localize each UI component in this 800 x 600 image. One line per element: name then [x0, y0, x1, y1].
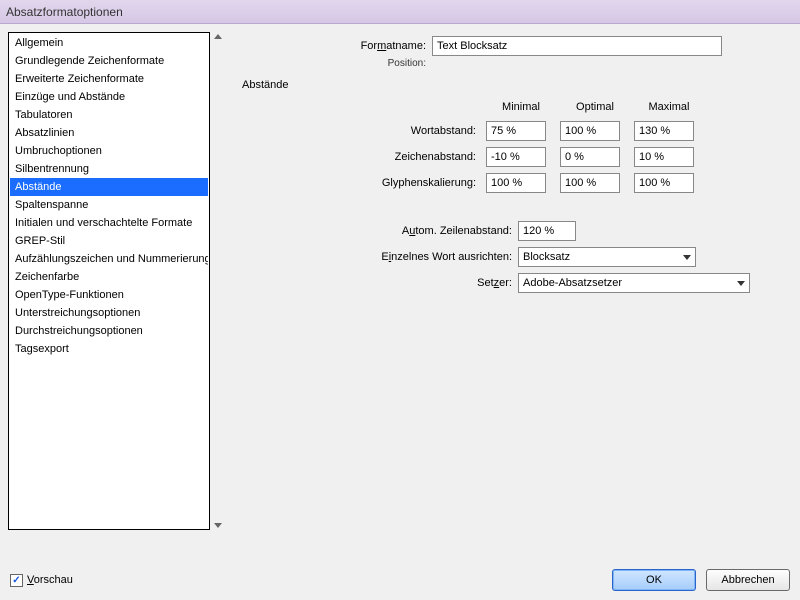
auto-zeilenabstand-input[interactable]: [518, 221, 576, 241]
wortabstand-max[interactable]: [634, 121, 694, 141]
sidebar-item[interactable]: Zeichenfarbe: [10, 268, 208, 286]
sidebar-item[interactable]: Unterstreichungsoptionen: [10, 304, 208, 322]
category-list[interactable]: AllgemeinGrundlegende ZeichenformateErwe…: [8, 32, 210, 530]
glyphenskalierung-min[interactable]: [486, 173, 546, 193]
chevron-down-icon: [737, 281, 745, 286]
sidebar-wrap: AllgemeinGrundlegende ZeichenformateErwe…: [8, 32, 226, 564]
col-minimal: Minimal: [486, 101, 556, 115]
below-block: Autom. Zeilenabstand: Einzelnes Wort aus…: [300, 221, 788, 293]
check-icon: ✓: [12, 576, 21, 585]
scroll-down-icon[interactable]: [214, 523, 222, 528]
sidebar-item[interactable]: Absatzlinien: [10, 124, 208, 142]
sidebar-item[interactable]: Tagsexport: [10, 340, 208, 358]
main-panel: Formatname: Position: Abstände Minimal O…: [238, 32, 792, 564]
sidebar-item[interactable]: Einzüge und Abstände: [10, 88, 208, 106]
zeichenabstand-min[interactable]: [486, 147, 546, 167]
sidebar-item[interactable]: Abstände: [10, 178, 208, 196]
auto-zeilenabstand-label: Autom. Zeilenabstand:: [300, 225, 518, 237]
formatname-row: Formatname:: [242, 36, 788, 56]
glyphenskalierung-max[interactable]: [634, 173, 694, 193]
dialog-window: Absatzformatoptionen AllgemeinGrundlegen…: [0, 0, 800, 600]
setzer-row: Setzer: Adobe-Absatzsetzer: [300, 273, 788, 293]
zeichenabstand-opt[interactable]: [560, 147, 620, 167]
glyphenskalierung-label: Glyphenskalierung:: [302, 177, 482, 189]
sidebar-item[interactable]: OpenType-Funktionen: [10, 286, 208, 304]
setzer-value: Adobe-Absatzsetzer: [523, 277, 622, 289]
zeichenabstand-max[interactable]: [634, 147, 694, 167]
sidebar-item[interactable]: Durchstreichungsoptionen: [10, 322, 208, 340]
setzer-label: Setzer:: [300, 277, 518, 289]
wortabstand-min[interactable]: [486, 121, 546, 141]
preview-label: Vorschau: [27, 574, 73, 586]
sidebar-item[interactable]: GREP-Stil: [10, 232, 208, 250]
glyphenskalierung-opt[interactable]: [560, 173, 620, 193]
sidebar-scroll-indicator: [210, 32, 226, 530]
zeichenabstand-label: Zeichenabstand:: [302, 151, 482, 163]
sidebar-item[interactable]: Allgemein: [10, 34, 208, 52]
einzelnes-wort-row: Einzelnes Wort ausrichten: Blocksatz: [300, 247, 788, 267]
auto-zeilenabstand-row: Autom. Zeilenabstand:: [300, 221, 788, 241]
dialog-title: Absatzformatoptionen: [6, 5, 123, 19]
dialog-titlebar: Absatzformatoptionen: [0, 0, 800, 24]
sidebar-item[interactable]: Aufzählungszeichen und Nummerierung: [10, 250, 208, 268]
wortabstand-opt[interactable]: [560, 121, 620, 141]
checkbox-box: ✓: [10, 574, 23, 587]
sidebar-item[interactable]: Initialen und verschachtelte Formate: [10, 214, 208, 232]
einzelnes-wort-value: Blocksatz: [523, 251, 570, 263]
sidebar-item[interactable]: Tabulatoren: [10, 106, 208, 124]
cancel-button[interactable]: Abbrechen: [706, 569, 790, 591]
position-label: Position:: [242, 58, 432, 69]
dialog-footer: ✓ Vorschau OK Abbrechen: [0, 564, 800, 600]
col-optimal: Optimal: [560, 101, 630, 115]
sidebar-item[interactable]: Spaltenspanne: [10, 196, 208, 214]
einzelnes-wort-label: Einzelnes Wort ausrichten:: [300, 251, 518, 263]
chevron-down-icon: [683, 255, 691, 260]
sidebar-item[interactable]: Silbentrennung: [10, 160, 208, 178]
spacing-grid: Minimal Optimal Maximal Wortabstand: Zei…: [302, 101, 788, 193]
formatname-input[interactable]: [432, 36, 722, 56]
col-maximal: Maximal: [634, 101, 704, 115]
sidebar-item[interactable]: Erweiterte Zeichenformate: [10, 70, 208, 88]
setzer-select[interactable]: Adobe-Absatzsetzer: [518, 273, 750, 293]
wortabstand-label: Wortabstand:: [302, 125, 482, 137]
scroll-up-icon[interactable]: [214, 34, 222, 39]
preview-checkbox[interactable]: ✓ Vorschau: [10, 574, 73, 587]
ok-button[interactable]: OK: [612, 569, 696, 591]
formatname-label: Formatname:: [242, 40, 432, 52]
position-row: Position:: [242, 58, 788, 69]
dialog-body: AllgemeinGrundlegende ZeichenformateErwe…: [0, 24, 800, 564]
sidebar-item[interactable]: Umbruchoptionen: [10, 142, 208, 160]
sidebar-item[interactable]: Grundlegende Zeichenformate: [10, 52, 208, 70]
einzelnes-wort-select[interactable]: Blocksatz: [518, 247, 696, 267]
section-title: Abstände: [242, 79, 788, 91]
